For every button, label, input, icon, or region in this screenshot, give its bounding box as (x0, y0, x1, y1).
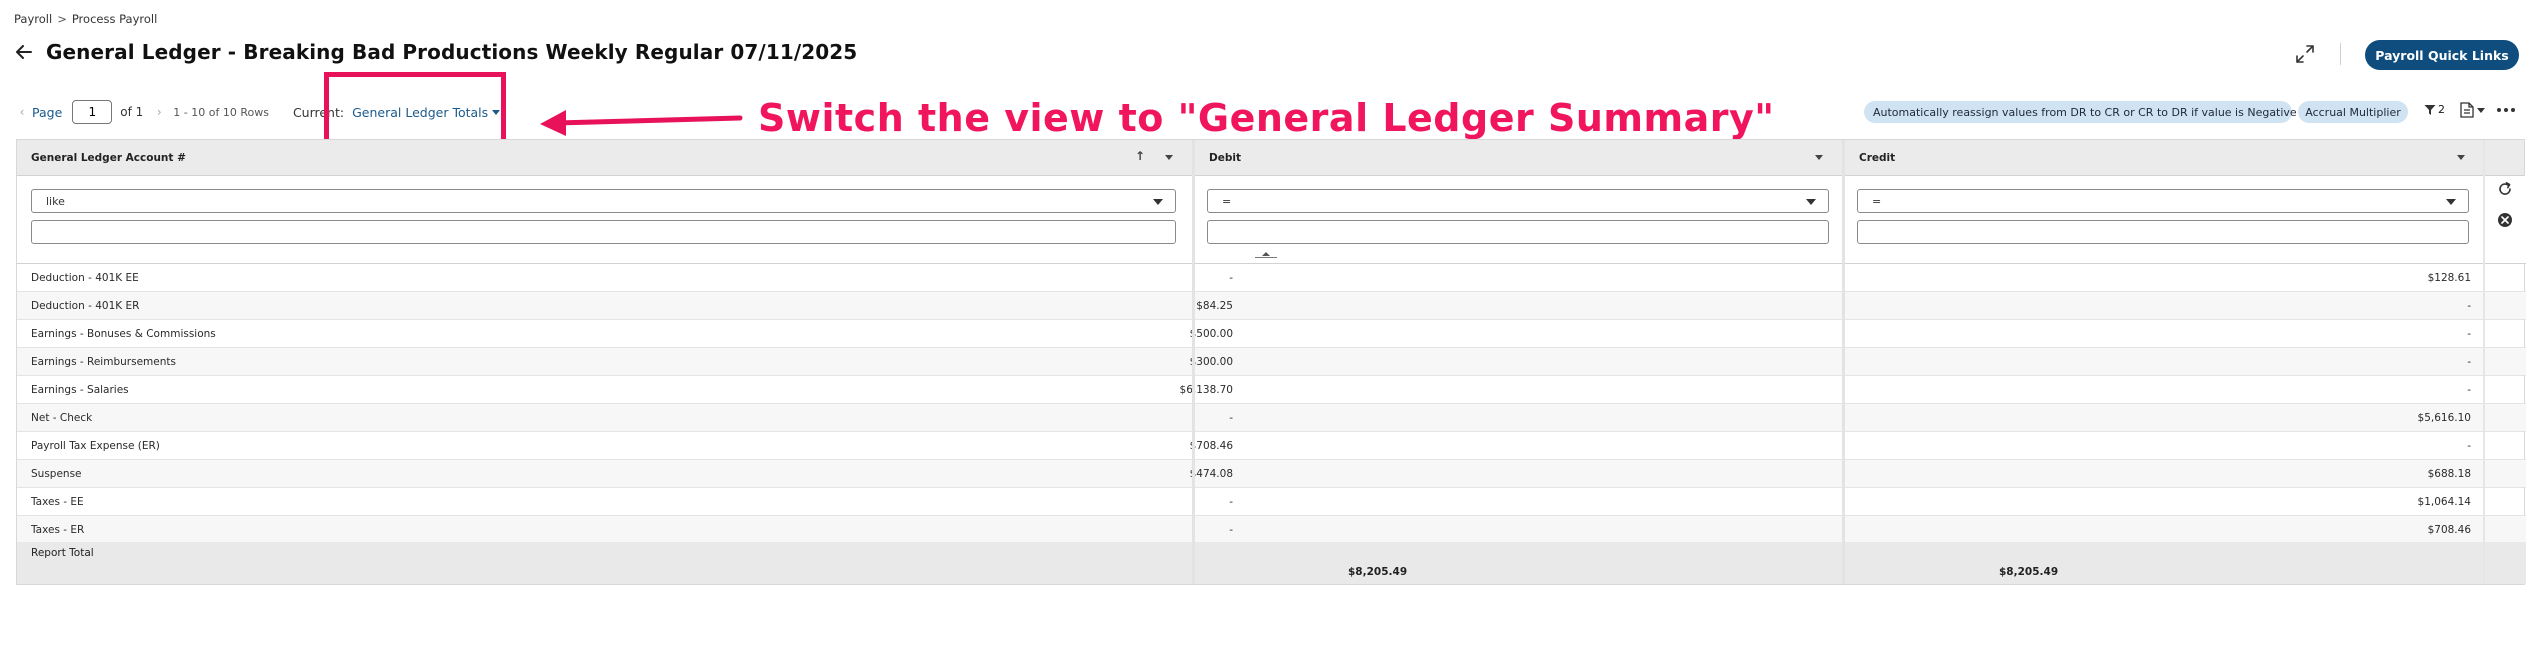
debit-filter-operator-value: = (1222, 194, 1232, 208)
column-divider[interactable] (1192, 140, 1195, 584)
clear-filters-icon[interactable] (2497, 212, 2513, 231)
account-cell: Deduction - 401K EE (31, 272, 139, 284)
resize-handle-icon[interactable] (1255, 252, 1277, 258)
credit-cell: - (2467, 440, 2471, 452)
column-header-account[interactable]: General Ledger Account # ↑ (17, 140, 1192, 176)
chevron-down-icon (1153, 199, 1163, 205)
credit-filter-operator-value: = (1872, 194, 1882, 208)
table-row[interactable]: Deduction - 401K ER $84.25 - (17, 292, 2526, 320)
column-menu-caret-icon[interactable] (1165, 155, 1173, 160)
breadcrumb-item-payroll[interactable]: Payroll (14, 12, 52, 26)
column-header-credit[interactable]: Credit (1845, 140, 2485, 176)
more-options-icon[interactable] (2497, 108, 2515, 112)
debit-filter-operator-select[interactable]: = (1207, 189, 1829, 213)
sort-ascending-icon[interactable]: ↑ (1135, 149, 1145, 163)
column-menu-caret-icon[interactable] (1815, 155, 1823, 160)
debit-cell: - (1229, 412, 1233, 424)
filter-row: like = = (17, 176, 2526, 264)
column-header-debit[interactable]: Debit (1195, 140, 1842, 176)
debit-cell: - (1229, 496, 1233, 508)
page-number-input[interactable] (72, 100, 113, 124)
account-cell: Earnings - Bonuses & Commissions (31, 328, 216, 340)
account-cell: Net - Check (31, 412, 93, 424)
expand-fullscreen-icon[interactable] (2295, 44, 2315, 64)
prev-page-icon[interactable]: ‹ (14, 105, 30, 119)
debit-cell: $300.00 (1189, 356, 1233, 368)
table-row[interactable]: Earnings - Reimbursements $300.00 - (17, 348, 2526, 376)
account-cell: Earnings - Salaries (31, 384, 129, 396)
credit-cell: $688.18 (2427, 468, 2471, 480)
column-header-actions (2485, 140, 2524, 176)
account-filter-input[interactable] (31, 220, 1176, 244)
account-cell: Taxes - ER (31, 524, 85, 536)
credit-filter-operator-select[interactable]: = (1857, 189, 2469, 213)
debit-cell: - (1229, 272, 1233, 284)
refresh-icon[interactable] (2497, 181, 2513, 200)
page-label: Page (32, 104, 63, 120)
back-arrow-icon[interactable] (14, 42, 34, 62)
credit-cell: $1,064.14 (2417, 496, 2471, 508)
debit-cell: $708.46 (1189, 440, 1233, 452)
accrual-multiplier-chip[interactable]: Accrual Multiplier (2298, 101, 2408, 123)
page-title: General Ledger - Breaking Bad Production… (46, 40, 858, 64)
breadcrumb-item-process-payroll[interactable]: Process Payroll (72, 12, 157, 26)
account-cell: Taxes - EE (31, 496, 84, 508)
credit-cell: - (2467, 356, 2471, 368)
export-document-icon[interactable] (2460, 102, 2485, 118)
account-cell: Payroll Tax Expense (ER) (31, 440, 160, 452)
column-header-account-label: General Ledger Account # (31, 151, 186, 164)
table-row[interactable]: Taxes - ER - $708.46 (17, 516, 2526, 544)
account-cell: Suspense (31, 468, 82, 480)
credit-cell: $5,616.10 (2417, 412, 2471, 424)
filter-icon[interactable]: 2 (2424, 103, 2445, 116)
table-row[interactable]: Deduction - 401K EE - $128.61 (17, 264, 2526, 292)
rows-summary: 1 - 10 of 10 Rows (173, 105, 269, 119)
credit-cell: - (2467, 328, 2471, 340)
report-total-debit: $8,205.49 (1348, 566, 1408, 578)
breadcrumb: Payroll > Process Payroll (14, 12, 157, 26)
reassign-negative-chip: Automatically reassign values from DR to… (1864, 101, 2313, 123)
column-menu-caret-icon[interactable] (2457, 155, 2465, 160)
account-filter-operator-value: like (46, 194, 65, 208)
account-cell: Earnings - Reimbursements (31, 356, 176, 368)
page-of-label: of 1 (120, 105, 144, 119)
table-row[interactable]: Earnings - Salaries $6,138.70 - (17, 376, 2526, 404)
report-total-row: Report Total $8,205.49 $8,205.49 (17, 542, 2526, 584)
credit-cell: $708.46 (2427, 524, 2471, 536)
report-total-credit: $8,205.49 (1999, 566, 2059, 578)
credit-cell: - (2467, 300, 2471, 312)
column-header-debit-label: Debit (1209, 151, 1241, 164)
report-total-label: Report Total (31, 547, 94, 559)
debit-cell: - (1229, 524, 1233, 536)
debit-filter-input[interactable] (1207, 220, 1829, 244)
credit-cell: $128.61 (2427, 272, 2471, 284)
debit-cell: $500.00 (1189, 328, 1233, 340)
header-divider (2340, 43, 2341, 65)
table-row[interactable]: Payroll Tax Expense (ER) $708.46 - (17, 432, 2526, 460)
reassign-chip-label: Automatically reassign values from DR to… (1873, 105, 2297, 119)
credit-filter-input[interactable] (1857, 220, 2469, 244)
column-header-credit-label: Credit (1859, 151, 1896, 164)
table-row[interactable]: Net - Check - $5,616.10 (17, 404, 2526, 432)
chevron-down-icon (1806, 199, 1816, 205)
breadcrumb-separator: > (57, 12, 67, 26)
payroll-quick-links-button[interactable]: Payroll Quick Links (2365, 40, 2519, 70)
table-row[interactable]: Suspense $474.08 $688.18 (17, 460, 2526, 488)
column-divider[interactable] (1842, 140, 1845, 584)
credit-cell: - (2467, 384, 2471, 396)
debit-cell: $474.08 (1189, 468, 1233, 480)
chevron-down-icon (2446, 199, 2456, 205)
filter-count: 2 (2438, 103, 2445, 116)
next-page-icon[interactable]: › (151, 105, 167, 119)
table-row[interactable]: Earnings - Bonuses & Commissions $500.00… (17, 320, 2526, 348)
debit-cell: $84.25 (1196, 300, 1233, 312)
annotation-instruction: Switch the view to "General Ledger Summa… (758, 96, 1775, 140)
account-filter-operator-select[interactable]: like (31, 189, 1176, 213)
account-cell: Deduction - 401K ER (31, 300, 140, 312)
column-divider (2483, 140, 2485, 584)
title-row: General Ledger - Breaking Bad Production… (14, 40, 857, 64)
debit-cell: $6,138.70 (1179, 384, 1233, 396)
general-ledger-grid: General Ledger Account # ↑ Debit Credit … (16, 139, 2526, 585)
table-row[interactable]: Taxes - EE - $1,064.14 (17, 488, 2526, 516)
